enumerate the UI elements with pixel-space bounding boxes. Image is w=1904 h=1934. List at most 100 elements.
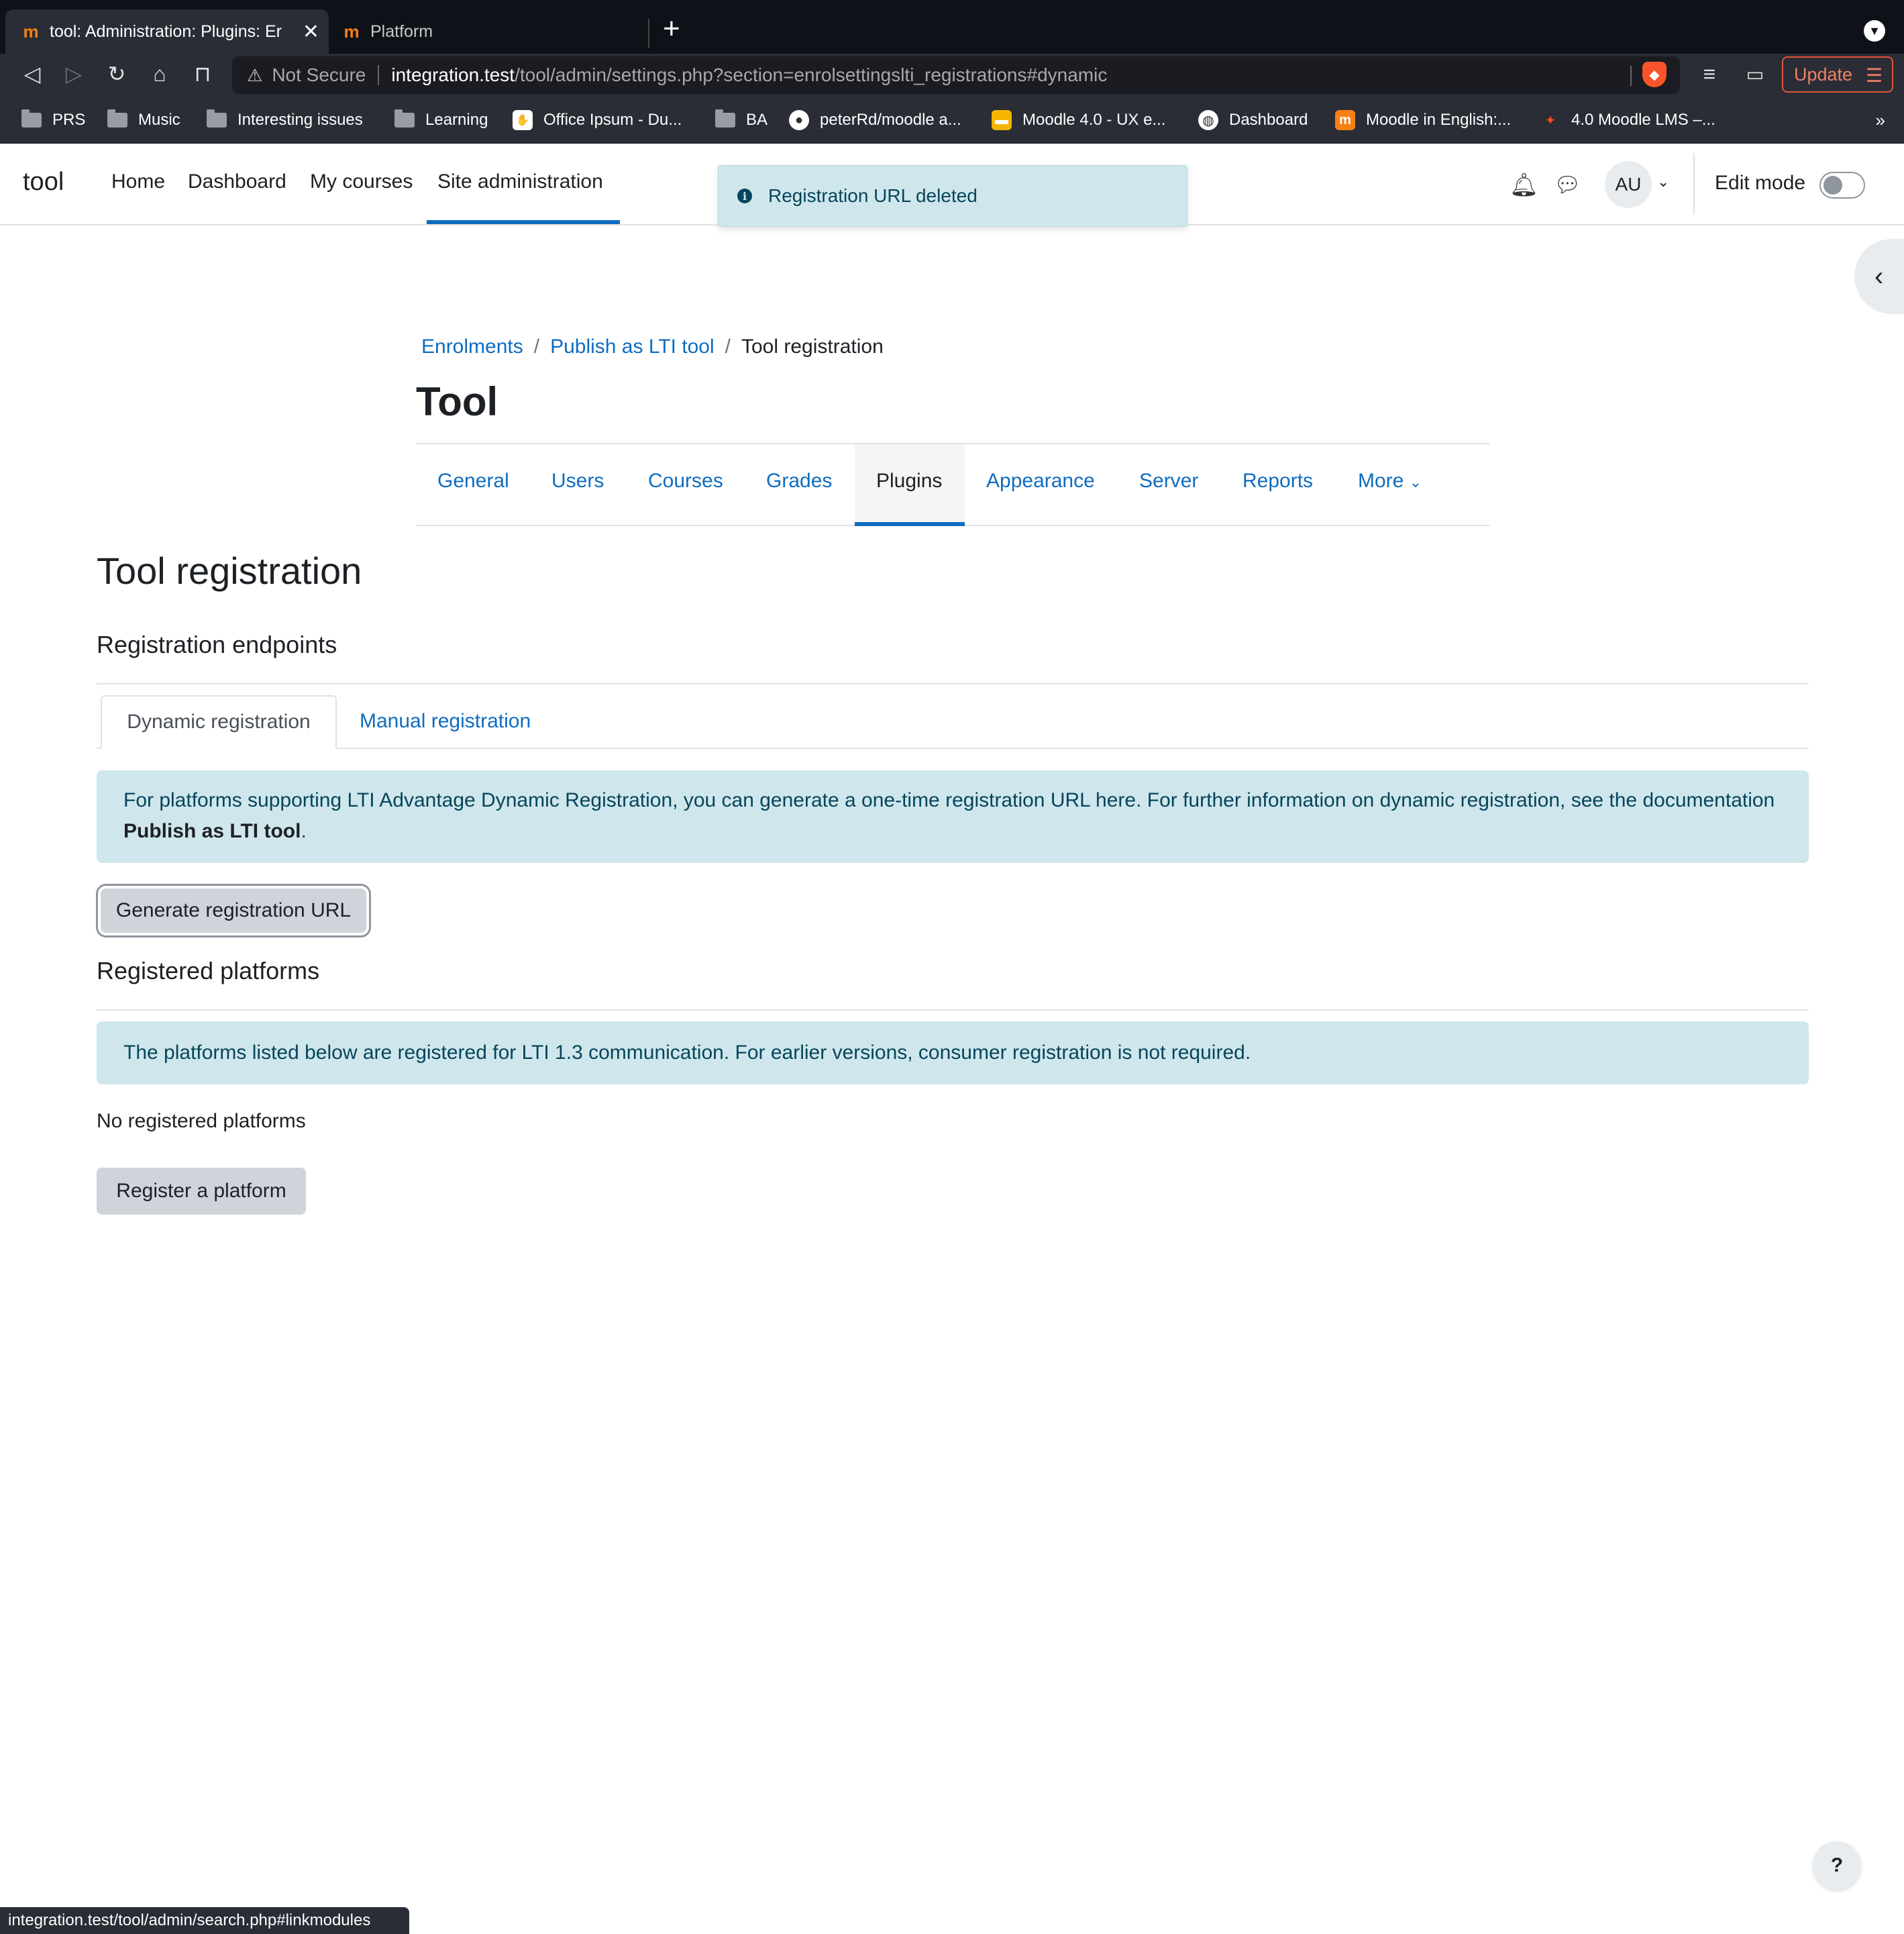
nav-site-administration[interactable]: Site administration: [437, 170, 603, 193]
reload-icon[interactable]: ↻: [102, 59, 131, 89]
bookmark-icon[interactable]: ⊓: [188, 59, 217, 89]
address-bar[interactable]: ⚠ Not Secure integration.test /tool/admi…: [232, 56, 1680, 94]
folder-icon: [107, 109, 127, 128]
breadcrumb-publish-as-lti-tool[interactable]: Publish as LTI tool: [550, 336, 715, 358]
toggle-knob: [1823, 176, 1842, 195]
tab-users[interactable]: Users: [551, 470, 604, 493]
browser-tab-active[interactable]: m tool: Administration: Plugins: Er ✕: [5, 9, 329, 54]
documentation-link[interactable]: Publish as LTI tool: [123, 820, 301, 842]
moodle-icon: m: [1335, 110, 1355, 130]
breadcrumb-current: Tool registration: [741, 336, 884, 358]
bookmarks-bar: PRS Music Interesting issues Learning ✋ O…: [0, 95, 1904, 144]
brave-shield-icon[interactable]: ◆: [1642, 62, 1667, 87]
bookmark-learning[interactable]: Learning: [394, 109, 488, 132]
home-icon[interactable]: ⌂: [145, 59, 174, 89]
nav-home[interactable]: Home: [111, 170, 165, 193]
chevron-left-icon: ‹: [1874, 261, 1884, 291]
bookmark-label: Dashboard: [1229, 111, 1308, 129]
section-divider: [97, 683, 1809, 684]
bookmark-label: Music: [138, 111, 180, 129]
github-icon: ●: [789, 110, 809, 130]
tab-courses[interactable]: Courses: [648, 470, 723, 493]
help-button[interactable]: ?: [1813, 1841, 1861, 1890]
close-tab-icon[interactable]: ✕: [303, 20, 319, 44]
bookmark-label: Interesting issues: [237, 111, 363, 129]
nav-my-courses[interactable]: My courses: [310, 170, 413, 193]
bookmark-github[interactable]: ● peterRd/moodle a...: [789, 109, 961, 132]
bookmark-moodle-ux[interactable]: ▬ Moodle 4.0 - UX e...: [992, 109, 1165, 132]
bookmark-label: PRS: [52, 111, 86, 129]
toast-message: Registration URL deleted: [768, 185, 977, 206]
update-button[interactable]: Update ☰: [1782, 56, 1893, 93]
page-heading: Tool: [416, 379, 498, 424]
chevron-down-icon[interactable]: ⌄: [1657, 173, 1669, 191]
update-label: Update: [1794, 64, 1853, 85]
bookmark-label: BA: [746, 111, 768, 129]
browser-tab-bar: m tool: Administration: Plugins: Er ✕ m …: [0, 0, 1904, 54]
moodle-icon: m: [23, 21, 39, 42]
slides-icon: ▬: [992, 110, 1012, 130]
notifications-bell-icon[interactable]: 🔔︎: [1510, 172, 1538, 199]
platforms-info-alert: The platforms listed below are registere…: [97, 1021, 1809, 1084]
browser-tab-platform[interactable]: m Platform: [335, 9, 651, 54]
tab-title: tool: Administration: Plugins: Er: [50, 21, 282, 41]
no-platforms-text: No registered platforms: [97, 1110, 306, 1132]
bookmark-prs[interactable]: PRS: [21, 109, 85, 132]
warning-icon: ⚠: [247, 64, 263, 85]
open-drawer-button[interactable]: ‹: [1854, 239, 1904, 314]
breadcrumb-separator: /: [725, 336, 731, 358]
bookmark-interesting-issues[interactable]: Interesting issues: [207, 109, 363, 132]
back-icon[interactable]: ◁: [17, 59, 47, 89]
new-tab-button[interactable]: +: [663, 12, 680, 46]
breadcrumb: Enrolments / Publish as LTI tool / Tool …: [421, 336, 884, 358]
address-divider: [1630, 66, 1632, 86]
register-platform-button[interactable]: Register a platform: [97, 1168, 306, 1215]
breadcrumb-enrolments[interactable]: Enrolments: [421, 336, 523, 358]
bookmark-ba[interactable]: BA: [715, 109, 768, 132]
user-avatar[interactable]: AU: [1605, 161, 1652, 208]
browser-toolbar: ◁ ▷ ↻ ⌂ ⊓ ⚠ Not Secure integration.test …: [0, 54, 1904, 95]
bookmark-music[interactable]: Music: [107, 109, 180, 132]
browser-status-bar: integration.test/tool/admin/search.php#l…: [0, 1907, 409, 1934]
bookmark-label: 4.0 Moodle LMS –...: [1571, 111, 1715, 129]
site-brand[interactable]: tool: [23, 168, 64, 197]
url-host: integration.test: [391, 64, 515, 85]
bookmarks-overflow-icon[interactable]: »: [1876, 110, 1885, 131]
url-path: /tool/admin/settings.php?section=enrolse…: [515, 64, 1108, 85]
figma-icon: ✦: [1544, 113, 1556, 128]
tab-manual-registration[interactable]: Manual registration: [360, 710, 531, 733]
tab-list-icon[interactable]: ▼: [1864, 20, 1885, 42]
platforms-info-text: The platforms listed below are registere…: [123, 1041, 1251, 1064]
playlist-icon[interactable]: ≡: [1695, 59, 1724, 89]
secondary-navigation: General Users Courses Grades Plugins App…: [416, 443, 1489, 526]
bookmark-moodle-lms[interactable]: ✦ 4.0 Moodle LMS –...: [1540, 109, 1715, 132]
tab-more[interactable]: More ⌄: [1358, 470, 1422, 493]
bookmark-label: Office Ipsum - Du...: [543, 111, 682, 129]
bookmark-dashboard[interactable]: ◍ Dashboard: [1198, 109, 1308, 132]
dynamic-info-text: For platforms supporting LTI Advantage D…: [123, 789, 1775, 811]
tab-dynamic-registration[interactable]: Dynamic registration: [101, 695, 337, 749]
globe-icon: ◍: [1198, 110, 1218, 130]
tab-grades[interactable]: Grades: [766, 470, 832, 493]
tab-server[interactable]: Server: [1139, 470, 1198, 493]
bookmark-label: peterRd/moodle a...: [820, 111, 961, 129]
menu-icon: ☰: [1865, 65, 1883, 86]
tab-reports[interactable]: Reports: [1242, 470, 1313, 493]
tab-general[interactable]: General: [437, 470, 509, 493]
tab-appearance[interactable]: Appearance: [986, 470, 1095, 493]
bookmark-moodle-in-english[interactable]: m Moodle in English:...: [1335, 109, 1511, 132]
nav-dashboard[interactable]: Dashboard: [188, 170, 286, 193]
tabs-baseline: [97, 748, 1809, 749]
notification-toast: i Registration URL deleted: [718, 165, 1187, 227]
tab-plugins[interactable]: Plugins: [876, 470, 942, 493]
main-title: Tool registration: [97, 550, 362, 592]
forward-icon[interactable]: ▷: [59, 59, 89, 89]
folder-icon: [394, 109, 415, 128]
bookmark-office-ipsum[interactable]: ✋ Office Ipsum - Du...: [513, 109, 682, 132]
messages-chat-icon[interactable]: 💬︎: [1554, 172, 1581, 197]
section-divider: [97, 1009, 1809, 1011]
wallet-icon[interactable]: ▭: [1740, 59, 1770, 89]
edit-mode-toggle[interactable]: [1819, 172, 1865, 199]
generate-registration-url-button[interactable]: Generate registration URL: [101, 888, 366, 933]
registered-platforms-heading: Registered platforms: [97, 957, 320, 984]
